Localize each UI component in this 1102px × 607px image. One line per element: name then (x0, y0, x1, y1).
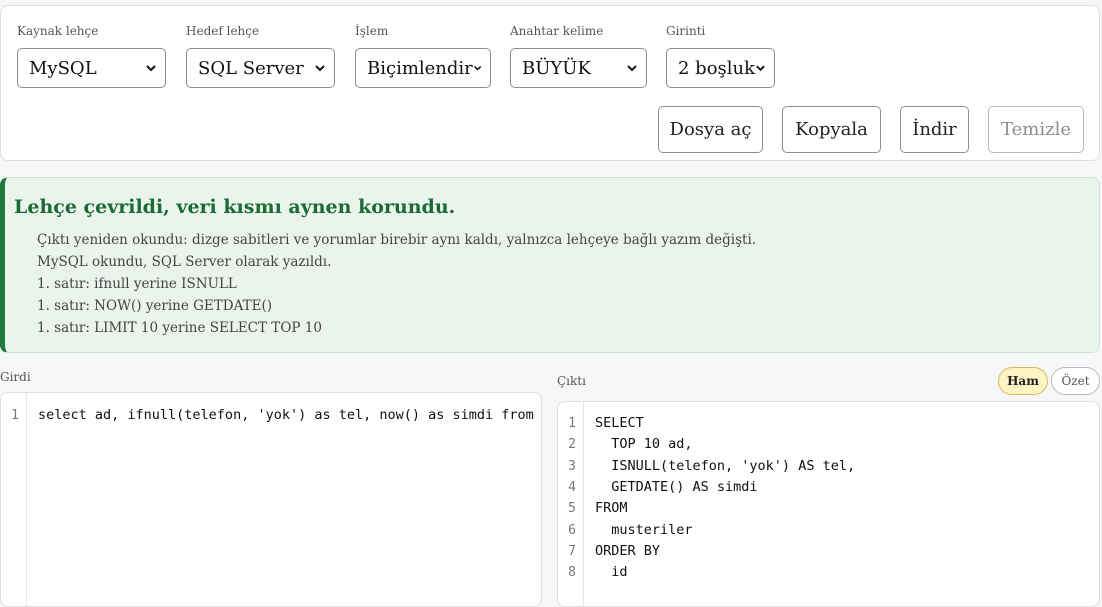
source-dialect-value: MySQL (29, 57, 97, 79)
input-code-line: select ad, ifnull(telefon, 'yok') as tel… (38, 407, 542, 423)
target-dialect-label: Hedef lehçe (186, 24, 260, 38)
operation-label: İşlem (355, 24, 389, 38)
output-code-line: GETDATE() AS simdi (595, 479, 758, 495)
input-gutter: 1 (1, 393, 27, 606)
output-code-line: TOP 10 ad, (595, 436, 693, 452)
open-file-button[interactable]: Dosya aç (658, 106, 763, 153)
output-gutter: 1 2 3 4 5 6 7 8 (558, 402, 584, 606)
output-code-line: ORDER BY (595, 543, 661, 559)
output-code-line: ISNULL(telefon, 'yok') AS tel, (595, 458, 856, 474)
line-number: 2 (568, 437, 576, 452)
operation-value: Biçimlendir (367, 57, 473, 79)
keyword-case-label: Anahtar kelime (510, 24, 604, 38)
keyword-case-field: Anahtar kelime BÜYÜK (510, 24, 647, 88)
notice-item: 1. satır: LIMIT 10 yerine SELECT TOP 10 (37, 320, 322, 336)
notice-title: Lehçe çevrildi, veri kısmı aynen korundu… (14, 196, 456, 218)
chevron-down-icon (146, 65, 156, 72)
indent-select[interactable]: 2 boşluk (666, 48, 775, 88)
raw-toggle-button[interactable]: Ham (998, 367, 1048, 395)
target-dialect-value: SQL Server (198, 57, 304, 79)
source-dialect-label: Kaynak lehçe (17, 24, 99, 38)
line-number: 1 (568, 416, 576, 431)
chevron-down-icon (627, 65, 637, 72)
clear-button[interactable]: Temizle (988, 106, 1084, 153)
output-code-line: SELECT (595, 415, 644, 431)
input-label: Girdi (0, 370, 31, 384)
copy-button[interactable]: Kopyala (782, 106, 881, 153)
line-number: 4 (568, 480, 576, 495)
operation-field: İşlem Biçimlendir (355, 24, 491, 88)
target-dialect-select[interactable]: SQL Server (186, 48, 335, 88)
notice-item: MySQL okundu, SQL Server olarak yazıldı. (37, 254, 332, 270)
indent-label: Girinti (666, 24, 706, 38)
line-number: 8 (568, 565, 576, 580)
download-button[interactable]: İndir (900, 106, 969, 153)
notice-item: 1. satır: ifnull yerine ISNULL (37, 276, 237, 292)
keyword-case-value: BÜYÜK (522, 57, 591, 79)
output-label: Çıktı (557, 374, 586, 388)
line-number: 5 (568, 501, 576, 516)
output-code-line: musteriler (595, 522, 693, 538)
output-editor[interactable]: 1 2 3 4 5 6 7 8 SELECT TOP 10 ad, ISNULL… (557, 401, 1100, 607)
notice-item: Çıktı yeniden okundu: dizge sabitleri ve… (37, 232, 757, 248)
source-dialect-select[interactable]: MySQL (17, 48, 166, 88)
chevron-down-icon (756, 65, 765, 72)
notice-list: Çıktı yeniden okundu: dizge sabitleri ve… (37, 229, 756, 339)
line-number: 3 (568, 459, 576, 474)
output-code-line: FROM (595, 500, 628, 516)
toolbar: Kaynak lehçe MySQL Hedef lehçe SQL Serve… (0, 5, 1100, 161)
chevron-down-icon (315, 65, 325, 72)
summary-toggle-button[interactable]: Özet (1051, 367, 1100, 395)
target-dialect-field: Hedef lehçe SQL Server (186, 24, 335, 88)
line-number: 7 (568, 544, 576, 559)
line-number: 1 (11, 408, 19, 423)
notice-item: 1. satır: NOW() yerine GETDATE() (37, 298, 272, 314)
indent-value: 2 boşluk (678, 57, 756, 79)
keyword-case-select[interactable]: BÜYÜK (510, 48, 647, 88)
line-number: 6 (568, 523, 576, 538)
input-editor[interactable]: 1 select ad, ifnull(telefon, 'yok') as t… (0, 392, 542, 607)
output-code-line: id (595, 564, 628, 580)
indent-field: Girinti 2 boşluk (666, 24, 775, 88)
operation-select[interactable]: Biçimlendir (355, 48, 491, 88)
source-dialect-field: Kaynak lehçe MySQL (17, 24, 166, 88)
chevron-down-icon (473, 65, 482, 71)
